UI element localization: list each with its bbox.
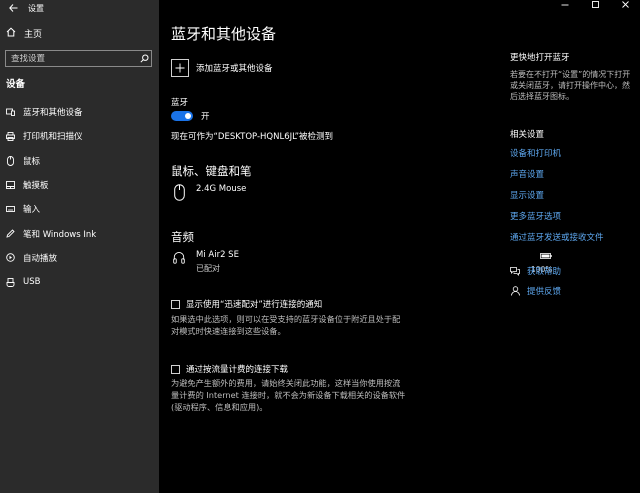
sidebar-item-typing[interactable]: 输入	[0, 197, 159, 221]
search-icon[interactable]	[137, 54, 151, 63]
swift-pair-description: 如果选中此选项，则可以在受支持的蓝牙设备位于附近且处于配对模式时快速连接到这些设…	[171, 314, 401, 336]
sidebar-item-mouse[interactable]: 鼠标	[0, 149, 159, 173]
device-name: 2.4G Mouse	[196, 184, 247, 194]
give-feedback-label[interactable]: 提供反馈	[527, 285, 561, 297]
keyboard-icon	[6, 204, 15, 214]
toggle-knob	[185, 113, 191, 119]
faster-title: 更快地打开蓝牙	[510, 53, 570, 63]
sidebar-item-autoplay[interactable]: 自动播放	[0, 246, 159, 270]
mouse-icon	[173, 184, 185, 204]
sidebar: 设置 主页 设备 蓝牙和其他设备 打印机和扫描仪	[0, 0, 159, 493]
swift-pair-checkbox[interactable]	[171, 299, 180, 309]
swift-pair-label: 显示使用“迅速配对”进行连接的通知	[186, 300, 323, 310]
sidebar-item-bluetooth[interactable]: 蓝牙和其他设备	[0, 100, 159, 124]
feedback-person-icon	[510, 286, 520, 296]
related-title: 相关设置	[510, 130, 545, 140]
maximize-icon	[591, 1, 599, 11]
device-headphones[interactable]: Mi Air2 SE 已配对	[173, 250, 239, 274]
mouse-section-title: 鼠标、键盘和笔	[171, 164, 252, 178]
get-help-link[interactable]: 获取帮助	[510, 265, 635, 277]
app-title: 设置	[28, 3, 44, 13]
device-mouse[interactable]: 2.4G Mouse	[173, 184, 246, 204]
sidebar-item-touchpad[interactable]: 触摸板	[0, 173, 159, 197]
search-input[interactable]	[6, 53, 137, 64]
sidebar-item-label: 自动播放	[23, 253, 58, 264]
bluetooth-state: 开	[201, 112, 210, 122]
close-icon	[621, 1, 629, 11]
sidebar-item-label: 输入	[23, 205, 41, 216]
bluetooth-label: 蓝牙	[171, 98, 189, 108]
sidebar-item-usb[interactable]: USB	[0, 270, 159, 294]
bluetooth-toggle-row: 开	[171, 110, 210, 122]
touchpad-icon	[6, 180, 15, 190]
sidebar-item-label: 蓝牙和其他设备	[23, 108, 83, 119]
home-icon	[6, 27, 16, 40]
battery-icon	[540, 252, 553, 262]
titlebar-left: 设置	[8, 2, 44, 14]
sidebar-item-label: 鼠标	[23, 156, 41, 167]
faster-text: 若要在不打开“设置”的情况下打开或关闭蓝牙，请打开操作中心，然后选择蓝牙图标。	[510, 70, 631, 101]
discoverable-text: 现在可作为“DESKTOP-HQNL6JL”被检测到	[171, 132, 334, 142]
add-device-button[interactable]: 添加蓝牙或其他设备	[171, 59, 273, 77]
help-panel: 获取帮助 提供反馈	[510, 265, 635, 297]
bluetooth-toggle[interactable]	[171, 111, 193, 121]
sidebar-item-label: 打印机和扫描仪	[23, 132, 83, 143]
close-button[interactable]	[610, 0, 640, 12]
home-label: 主页	[24, 29, 43, 40]
swift-pair-checkbox-row[interactable]: 显示使用“迅速配对”进行连接的通知	[171, 298, 322, 310]
home-link[interactable]: 主页	[6, 25, 42, 41]
faster-bluetooth-panel: 更快地打开蓝牙 若要在不打开“设置”的情况下打开或关闭蓝牙，请打开操作中心，然后…	[510, 51, 635, 102]
back-arrow-icon[interactable]	[8, 3, 18, 13]
pen-icon	[6, 229, 15, 239]
device-status: 已配对	[196, 264, 220, 273]
metered-label: 通过按流量计费的连接下载	[186, 365, 289, 375]
get-help-label[interactable]: 获取帮助	[527, 265, 561, 277]
sidebar-item-label: 笔和 Windows Ink	[23, 229, 97, 240]
minimize-button[interactable]	[550, 0, 580, 12]
sidebar-item-pen[interactable]: 笔和 Windows Ink	[0, 221, 159, 245]
device-name: Mi Air2 SE	[196, 250, 239, 260]
usb-icon	[6, 277, 15, 287]
link-more-bluetooth[interactable]: 更多蓝牙选项	[510, 210, 635, 222]
metered-checkbox-row[interactable]: 通过按流量计费的连接下载	[171, 363, 288, 375]
audio-section-title: 音频	[171, 230, 194, 244]
link-sound-settings[interactable]: 声音设置	[510, 168, 635, 180]
plus-icon	[171, 59, 189, 77]
minimize-icon	[561, 1, 569, 12]
mouse-icon	[6, 155, 15, 166]
section-title: 设备	[6, 79, 26, 90]
sidebar-item-label: 触摸板	[23, 181, 49, 192]
window-controls	[550, 0, 640, 12]
printer-icon	[6, 131, 15, 141]
sidebar-nav: 蓝牙和其他设备 打印机和扫描仪 鼠标 触摸板 输入 笔和 Windows Ink…	[0, 100, 159, 294]
main-content: 蓝牙和其他设备 添加蓝牙或其他设备 蓝牙 开 现在可作为“DESKTOP-HQN…	[159, 0, 640, 493]
page-title: 蓝牙和其他设备	[171, 25, 277, 43]
bluetooth-devices-icon	[6, 107, 15, 117]
maximize-button[interactable]	[580, 0, 610, 12]
sidebar-item-printers[interactable]: 打印机和扫描仪	[0, 124, 159, 148]
give-feedback-link[interactable]: 提供反馈	[510, 285, 635, 297]
link-display-settings[interactable]: 显示设置	[510, 189, 635, 201]
link-send-receive-files[interactable]: 通过蓝牙发送或接收文件	[510, 231, 635, 243]
autoplay-icon	[6, 253, 15, 263]
add-device-label: 添加蓝牙或其他设备	[196, 64, 273, 74]
search-box	[5, 50, 152, 67]
headphones-icon	[173, 250, 185, 270]
metered-description: 为避免产生额外的费用，请始终关闭此功能，这样当你使用按流量计费的 Interne…	[171, 378, 406, 412]
metered-checkbox[interactable]	[171, 364, 180, 374]
sidebar-item-label: USB	[23, 277, 41, 288]
chat-help-icon	[510, 266, 520, 276]
link-devices-printers[interactable]: 设备和打印机	[510, 147, 635, 159]
battery-fill	[541, 254, 550, 258]
related-settings-panel: 相关设置 设备和打印机 声音设置 显示设置 更多蓝牙选项 通过蓝牙发送或接收文件	[510, 128, 635, 243]
